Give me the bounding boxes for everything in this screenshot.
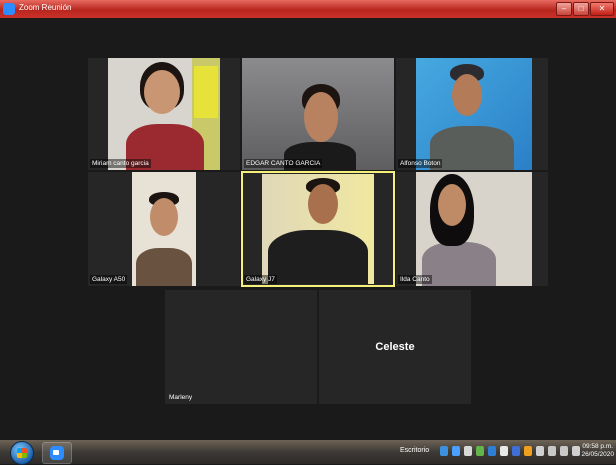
tray-icon[interactable] bbox=[452, 446, 460, 456]
zoom-icon bbox=[3, 3, 15, 15]
minimize-button[interactable]: – bbox=[556, 2, 572, 16]
video-tile-miriam[interactable]: Miriam canto garcia bbox=[88, 58, 240, 170]
participant-name: Miriam canto garcia bbox=[90, 159, 151, 168]
video-tile-celeste[interactable]: Celeste bbox=[319, 290, 471, 404]
participant-name: EDGAR CANTO GARCIA bbox=[244, 159, 323, 168]
window-title: Zoom Reunión bbox=[19, 3, 72, 12]
tray-icon[interactable] bbox=[500, 446, 508, 456]
desktop-toolbar-label[interactable]: Escritorio bbox=[400, 447, 429, 454]
participant-name: Galaxy A50 bbox=[90, 275, 128, 284]
participant-name: Alfonso Boton bbox=[398, 159, 443, 168]
video-tile-edgar[interactable]: EDGAR CANTO GARCIA bbox=[242, 58, 394, 170]
participant-name: Ilda Canto bbox=[398, 275, 432, 284]
clock-date: 26/05/2020 bbox=[581, 451, 614, 458]
tray-icon[interactable] bbox=[440, 446, 448, 456]
video-gallery: Miriam canto garcia EDGAR CANTO GARCIA A… bbox=[0, 18, 616, 440]
system-tray bbox=[440, 446, 580, 456]
taskbar-zoom-app[interactable] bbox=[42, 442, 72, 464]
tray-icon[interactable] bbox=[488, 446, 496, 456]
video-tile-galaxy-j7[interactable]: Galaxy J7 bbox=[241, 171, 395, 287]
tray-icon[interactable] bbox=[512, 446, 520, 456]
participant-name: Galaxy J7 bbox=[244, 275, 277, 284]
video-tile-galaxy-a50[interactable]: Galaxy A50 bbox=[88, 172, 240, 286]
participant-name: Marleny bbox=[169, 394, 193, 401]
window-titlebar[interactable]: Zoom Reunión – □ ✕ bbox=[0, 0, 616, 18]
zoom-icon bbox=[50, 446, 64, 460]
volume-icon[interactable] bbox=[560, 446, 568, 456]
start-button[interactable] bbox=[10, 441, 34, 465]
windows-logo-icon bbox=[17, 448, 27, 458]
video-tile-alfonso[interactable]: Alfonso Boton bbox=[396, 58, 548, 170]
tray-icon[interactable] bbox=[476, 446, 484, 456]
maximize-button[interactable]: □ bbox=[573, 2, 589, 16]
tray-icon[interactable] bbox=[464, 446, 472, 456]
windows-taskbar: Escritorio 09:58 p.m. 26/05/2020 bbox=[0, 440, 616, 465]
video-tile-ilda[interactable]: Ilda Canto bbox=[396, 172, 548, 286]
battery-icon[interactable] bbox=[572, 446, 580, 456]
flag-icon[interactable] bbox=[536, 446, 544, 456]
close-button[interactable]: ✕ bbox=[590, 2, 614, 16]
participant-display-name: Celeste bbox=[375, 341, 415, 353]
clock-time: 09:58 p.m. bbox=[582, 443, 614, 450]
tray-icon[interactable] bbox=[524, 446, 532, 456]
network-icon[interactable] bbox=[548, 446, 556, 456]
taskbar-clock[interactable]: 09:58 p.m. 26/05/2020 bbox=[581, 443, 614, 459]
video-tile-marleny[interactable]: Marleny bbox=[165, 290, 317, 404]
